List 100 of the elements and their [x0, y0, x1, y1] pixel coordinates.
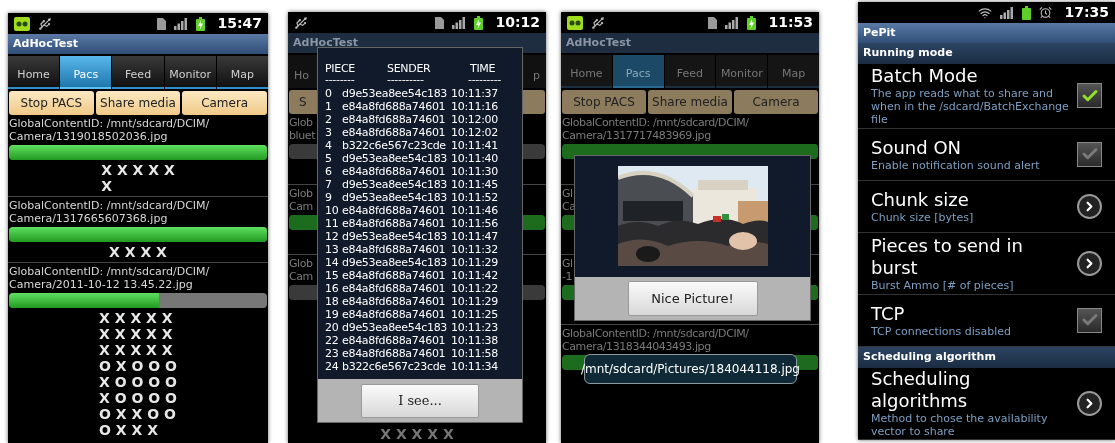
content-id-text: GlobalContentID: /mnt/sdcard/DCIM/ Camera/1317665607368.jpg	[8, 199, 211, 225]
tab[interactable]: Home	[8, 56, 60, 89]
action-button[interactable]: Stop PACS	[9, 91, 94, 115]
table-cell-text: 19	[325, 308, 340, 321]
column-header: PIECE	[325, 62, 356, 75]
battery-icon	[747, 15, 757, 30]
confirm-button[interactable]: Nice Picture!	[627, 281, 758, 316]
table-cell-text: 10:11:45	[451, 178, 499, 191]
action-button[interactable]: Share media	[95, 91, 181, 115]
tab[interactable]: Map	[216, 56, 268, 89]
checkbox[interactable]	[1077, 83, 1102, 109]
table-cell-text: d9e53ea8ee54c183	[342, 230, 449, 243]
wifi-icon	[978, 5, 993, 20]
table-cell-text: e84a8fd688a74601	[342, 217, 447, 230]
table-cell-text: b322c6e567c23cde	[342, 360, 447, 373]
table-cell-text: e84a8fd688a74601	[342, 308, 447, 321]
content-id-text: GlobalContentID: /mnt/sdcard/DCIM/ Camera/2011-10-12 13.45.22.jpg	[8, 265, 211, 291]
table-cell-text: e84a8fd688a74601	[342, 269, 447, 282]
table-cell-text: d9e53ea8ee54c183	[342, 178, 449, 191]
preference-row[interactable]: Pieces to send in burst Burst Ammo [# of pieces]	[858, 232, 1115, 295]
tab[interactable]: Pacs	[612, 55, 664, 88]
tab[interactable]: Feed	[664, 55, 716, 88]
table-cell-text: e84a8fd688a74601	[342, 282, 447, 295]
section-header: Running mode	[858, 43, 1115, 64]
signal-icon	[174, 17, 189, 30]
tab[interactable]: Feed	[112, 56, 164, 89]
table-cell-text: 10:11:47	[451, 230, 499, 243]
table-cell-text: 10:11:23	[451, 321, 499, 334]
preference-summary: Enable notification sound alert	[871, 158, 1041, 172]
table-cell-text: 23	[325, 347, 340, 360]
table-cell-text: e84a8fd688a74601	[342, 347, 447, 360]
table-cell-text: 10:11:29	[451, 295, 499, 308]
app-icon	[567, 15, 583, 30]
table-cell-text: 13	[325, 243, 340, 256]
action-button[interactable]: Camera	[182, 91, 267, 115]
checkbox[interactable]	[1077, 141, 1102, 167]
signal-icon	[1000, 6, 1015, 19]
piece-map: X X X X	[109, 244, 167, 260]
clock-time: 17:35	[1064, 3, 1109, 22]
content-id-text: Glob Cam	[288, 257, 314, 283]
table-cell-text: d9e53ea8ee54c183	[342, 321, 449, 334]
table-cell-text: e84a8fd688a74601	[342, 126, 447, 139]
usb-icon	[38, 16, 52, 31]
table-cell-text: 20	[325, 321, 340, 334]
action-button[interactable]: Camera	[734, 90, 818, 114]
section-header: Scheduling algorithm	[858, 346, 1115, 368]
piece-map: X X X X X X X X X X X X X X X O X O O O X O O O O X O O O O O X X O O O X X X	[99, 310, 177, 438]
table-cell-text: 22	[325, 334, 340, 347]
preference-row[interactable]: TCP TCP connections disabled	[858, 294, 1115, 347]
chevron-button[interactable]	[1077, 250, 1102, 276]
chevron-button[interactable]	[1077, 193, 1102, 219]
table-cell-text: 10:11:58	[451, 347, 499, 360]
table-cell-text: e84a8fd688a74601	[342, 100, 447, 113]
preference-row[interactable]: Chunk size Chunk size [bytes]	[858, 180, 1115, 233]
tab[interactable]: Pacs	[60, 56, 112, 89]
table-cell-text: 10:11:32	[451, 243, 499, 256]
table-cell-text: 10:11:25	[451, 308, 499, 321]
table-cell-text: 3	[325, 126, 333, 139]
chevron-button[interactable]	[1077, 390, 1102, 416]
signal-icon	[452, 16, 467, 29]
sd-card-icon	[435, 16, 445, 29]
tab[interactable]: p	[527, 55, 546, 88]
table-cell-text: 7	[325, 178, 333, 191]
preference-row[interactable]: Sound ON Enable notification sound alert	[858, 128, 1115, 181]
content-id-text: GlobalContentID: /mnt/sdcard/DCIM/ Camera/1319018502036.jpg	[8, 117, 211, 143]
table-cell-text: b322c6e567c23cde	[342, 139, 447, 152]
tab[interactable]: Ho	[288, 55, 315, 88]
table-cell-text: 10:12:00	[451, 113, 499, 126]
preference-summary: TCP connections disabled	[871, 324, 1013, 338]
action-button[interactable]: Share media	[648, 90, 732, 114]
dismiss-button[interactable]: I see...	[361, 383, 479, 418]
tab[interactable]: Home	[561, 55, 612, 88]
table-cell-text: d9e53ea8ee54c183	[342, 152, 449, 165]
table-cell-text: e84a8fd688a74601	[342, 334, 447, 347]
preference-title: Chunk size	[871, 188, 970, 211]
table-cell-text: 10:11:40	[451, 152, 499, 165]
preference-summary: Method to chose the availability vector to share	[871, 412, 1049, 439]
tab[interactable]: Monitor	[716, 55, 768, 88]
battery-icon	[474, 15, 484, 30]
table-cell-text: e84a8fd688a74601	[342, 243, 447, 256]
table-cell-text: d9e53ea8ee54c183	[342, 256, 449, 269]
signal-icon	[725, 16, 740, 29]
preference-summary: Chunk size [bytes]	[871, 210, 975, 224]
preference-title: Batch Mode	[871, 65, 979, 88]
column-rule: --------	[325, 75, 356, 87]
table-cell-text: 10:11:30	[451, 165, 499, 178]
checkbox[interactable]	[1077, 307, 1102, 333]
table-cell-text: 10:11:56	[451, 217, 499, 230]
tab[interactable]: Monitor	[164, 56, 216, 89]
tab[interactable]: Map	[768, 55, 819, 88]
preference-row[interactable]: Scheduling algorithms Method to chose the availability vector to share	[858, 367, 1115, 440]
table-cell-text: 10:11:29	[451, 256, 499, 269]
preference-row[interactable]: Batch Mode The app reads what to share and when in the /sdcard/BatchExchange file	[858, 64, 1115, 129]
table-cell-text: 2	[325, 113, 333, 126]
action-button[interactable]: Stop PACS	[562, 90, 646, 114]
table-cell-text: 10:11:41	[451, 139, 499, 152]
table-cell-text: 10:11:34	[451, 360, 499, 373]
usb-icon	[294, 15, 308, 30]
table-cell-text: 10:11:42	[451, 269, 499, 282]
preference-title: Sound ON	[871, 136, 963, 159]
